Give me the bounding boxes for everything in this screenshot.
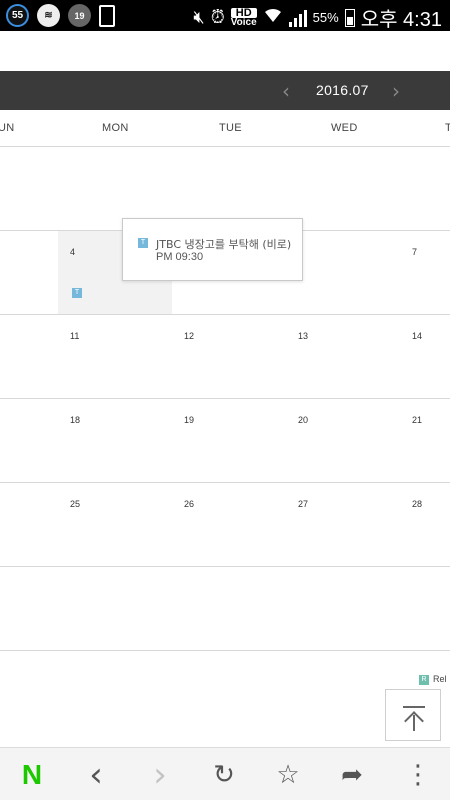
more-vertical-icon: ⋮	[405, 759, 431, 790]
voice-label: Voice	[230, 16, 257, 28]
forward-icon: ›	[153, 754, 167, 795]
day-19[interactable]: 19	[184, 415, 194, 425]
wifi-icon	[263, 6, 283, 29]
forward-button[interactable]: ›	[128, 748, 192, 801]
event-popup[interactable]: T JTBC 냉장고를 부탁해 (비로) PM 09:30	[122, 218, 303, 281]
day-28[interactable]: 28	[412, 499, 422, 509]
related-legend[interactable]: R Rel	[419, 674, 447, 685]
share-icon: ➦	[341, 759, 363, 790]
event-time: PM 09:30	[156, 251, 204, 263]
weekday-sun: UN	[0, 122, 15, 134]
day-4[interactable]: 4	[70, 247, 75, 257]
day-25[interactable]: 25	[70, 499, 80, 509]
back-button[interactable]: ‹	[64, 748, 128, 801]
weekday-wed: WED	[331, 122, 358, 134]
day-12[interactable]: 12	[184, 331, 194, 341]
day-21[interactable]: 21	[412, 415, 422, 425]
day-27[interactable]: 27	[298, 499, 308, 509]
day-26[interactable]: 26	[184, 499, 194, 509]
naver-logo-icon: N	[21, 758, 43, 790]
day-13[interactable]: 13	[298, 331, 308, 341]
day-20[interactable]: 20	[298, 415, 308, 425]
day-14[interactable]: 14	[412, 331, 422, 341]
day-18[interactable]: 18	[70, 415, 80, 425]
weekday-header: UN MON TUE WED T	[0, 110, 450, 147]
arrow-stem	[413, 715, 415, 731]
page-top-spacer	[0, 31, 450, 71]
scroll-top-bar	[403, 706, 425, 708]
week-row-6	[0, 567, 450, 651]
share-button[interactable]: ➦	[320, 748, 384, 801]
status-bar: 55 ≋ 19 🔇︎ ⏰︎ HD Voice 55% 오후 4:31	[0, 0, 450, 31]
signal-icon	[288, 9, 307, 27]
naver-home-button[interactable]: N	[0, 748, 64, 801]
reload-icon: ↻	[213, 759, 235, 790]
event-title[interactable]: JTBC 냉장고를 부탁해 (비로)	[156, 236, 291, 252]
week-row-5: 25 26 27 28	[0, 483, 450, 567]
weekday-thu: T	[445, 122, 450, 134]
clock-time: 오후 4:31	[360, 9, 442, 31]
weekday-mon: MON	[102, 122, 129, 134]
event-popup-tag-icon: T	[138, 238, 148, 248]
hd-voice-icon: HD Voice	[230, 7, 257, 28]
prev-month-button[interactable]: ‹	[282, 79, 290, 103]
related-tag-icon: R	[419, 674, 429, 685]
star-icon: ☆	[276, 759, 300, 790]
alarm-icon: ⏰︎	[210, 7, 225, 27]
notification-count-icon: 55	[6, 4, 29, 27]
battery-percent: 55%	[312, 10, 339, 25]
month-label: 2016.07	[316, 82, 369, 98]
week-row-4: 18 19 20 21	[0, 399, 450, 483]
related-label: Rel	[433, 674, 447, 684]
browser-toolbar: N ‹ › ↻ ☆ ➦ ⋮	[0, 747, 450, 800]
mute-icon: 🔇︎	[193, 7, 205, 27]
next-month-button[interactable]: ›	[392, 79, 400, 103]
day-7[interactable]: 7	[412, 247, 417, 257]
day-11[interactable]: 11	[70, 331, 79, 341]
back-icon: ‹	[89, 754, 103, 795]
layers-icon: ≋	[37, 4, 60, 27]
event-tag-icon[interactable]: T	[72, 288, 82, 298]
month-header: ‹ 2016.07 ›	[0, 71, 450, 110]
document-icon	[99, 4, 115, 27]
hd-label: HD	[230, 7, 257, 18]
reload-button[interactable]: ↻	[192, 748, 256, 801]
menu-button[interactable]: ⋮	[386, 748, 450, 801]
week-row-3: 11 12 13 14	[0, 315, 450, 399]
battery-icon	[344, 8, 355, 27]
bookmark-button[interactable]: ☆	[256, 748, 320, 801]
age-rating-icon: 19	[68, 4, 91, 27]
weekday-tue: TUE	[219, 122, 242, 134]
scroll-to-top-button[interactable]	[385, 689, 441, 741]
